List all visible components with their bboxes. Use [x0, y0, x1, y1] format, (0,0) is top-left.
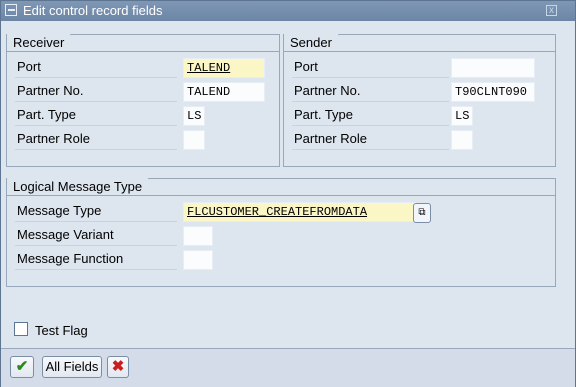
message-function-field[interactable] — [183, 250, 213, 270]
test-flag-checkbox[interactable] — [14, 322, 28, 336]
message-function-label: Message Function — [15, 249, 177, 270]
group-divider — [284, 51, 555, 52]
close-icon[interactable]: x — [546, 5, 557, 16]
receiver-port-label: Port — [15, 57, 177, 78]
receiver-partner-role-label: Partner Role — [15, 129, 177, 150]
sender-partner-role-label: Partner Role — [292, 129, 449, 150]
receiver-partner-no-field[interactable]: TALEND — [183, 82, 265, 102]
cancel-button[interactable]: ✖ — [107, 356, 129, 378]
dialog-title: Edit control record fields — [23, 3, 163, 18]
cancel-x-icon: ✖ — [111, 358, 125, 375]
sender-part-type-label: Part. Type — [292, 105, 449, 126]
checkmark-icon: ✔ — [15, 358, 29, 375]
sender-partner-no-field[interactable]: T90CLNT090 — [451, 82, 535, 102]
window-menu-icon[interactable] — [5, 4, 17, 16]
logical-message-type-group: Logical Message Type Message Type FLCUST… — [6, 178, 556, 287]
sender-port-field[interactable] — [451, 58, 535, 78]
message-type-field[interactable]: FLCUSTOMER_CREATEFROMDATA — [183, 202, 417, 222]
group-divider — [7, 195, 555, 196]
all-fields-button[interactable]: All Fields — [42, 356, 102, 378]
receiver-partner-no-label: Partner No. — [15, 81, 177, 102]
sender-group: Sender Port Partner No. T90CLNT090 Part.… — [283, 34, 556, 167]
sender-group-title: Sender — [284, 34, 347, 51]
group-divider — [7, 51, 279, 52]
message-variant-label: Message Variant — [15, 225, 177, 246]
dialog-window: Edit control record fields x Receiver Po… — [0, 0, 576, 387]
sender-partner-role-field[interactable] — [451, 130, 473, 150]
receiver-part-type-field[interactable]: LS — [183, 106, 205, 126]
confirm-button[interactable]: ✔ — [10, 356, 34, 378]
sender-part-type-field[interactable]: LS — [451, 106, 473, 126]
receiver-group-title: Receiver — [7, 34, 80, 51]
receiver-port-field[interactable]: TALEND — [183, 58, 265, 78]
receiver-part-type-label: Part. Type — [15, 105, 177, 126]
title-bar: Edit control record fields x — [1, 1, 575, 21]
receiver-group: Receiver Port TALEND Partner No. TALEND … — [6, 34, 280, 167]
sender-port-label: Port — [292, 57, 449, 78]
message-type-label: Message Type — [15, 201, 177, 222]
logical-message-type-title: Logical Message Type — [7, 178, 158, 195]
test-flag-label: Test Flag — [35, 323, 88, 338]
receiver-partner-role-field[interactable] — [183, 130, 205, 150]
message-variant-field[interactable] — [183, 226, 213, 246]
sender-partner-no-label: Partner No. — [292, 81, 449, 102]
value-help-icon[interactable]: ⧉ — [413, 203, 431, 223]
dialog-toolbar: ✔ All Fields ✖ — [1, 348, 575, 387]
